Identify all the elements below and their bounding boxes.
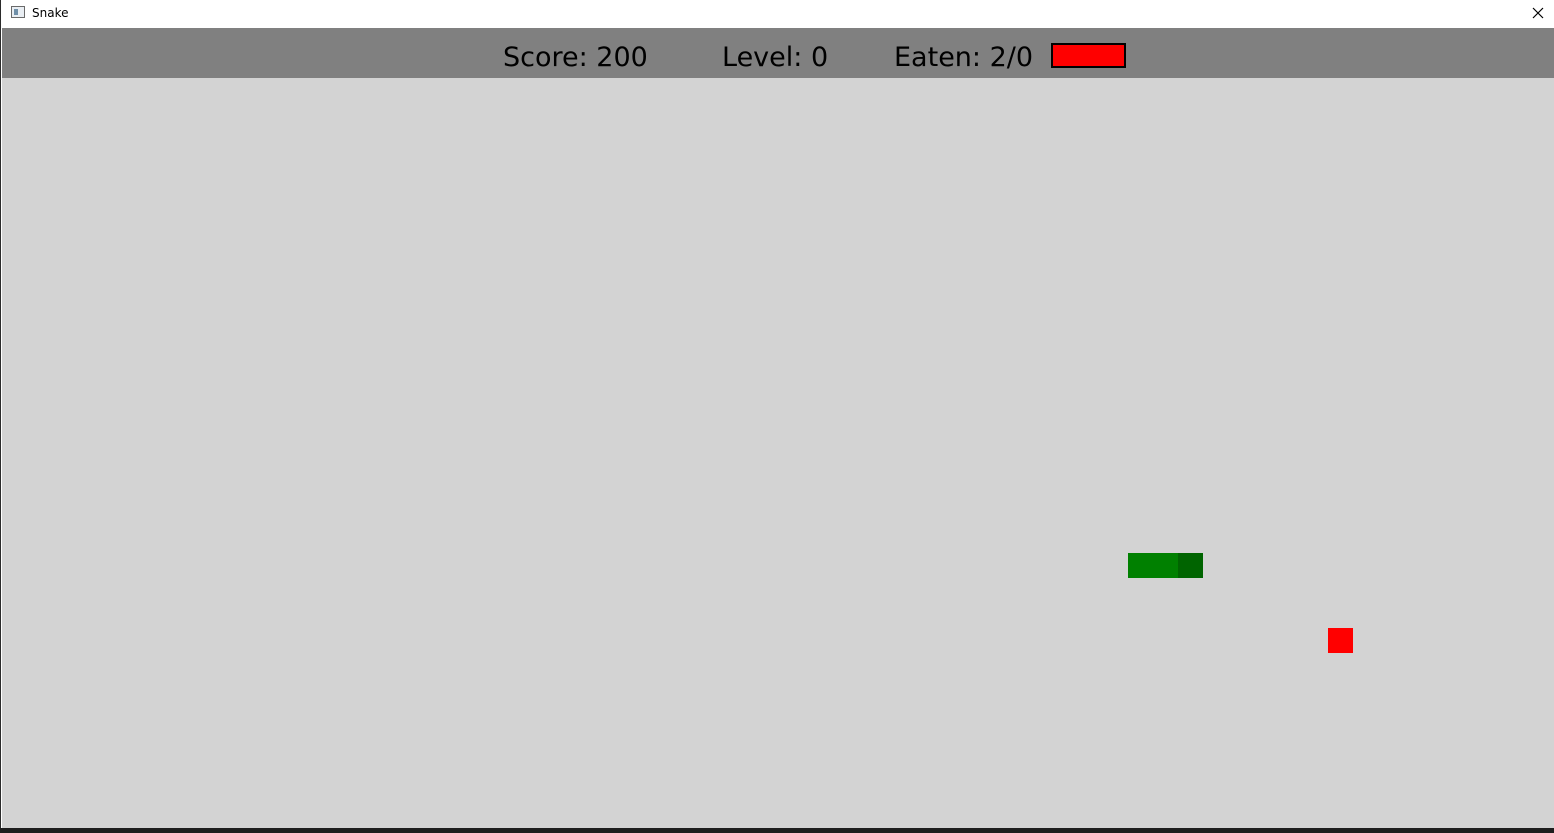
eaten-display: Eaten: 2/0 — [894, 42, 1034, 73]
status-indicator — [1051, 43, 1126, 68]
snake-body-segment — [1153, 553, 1178, 578]
title-bar[interactable]: Snake — [1, 0, 1554, 28]
game-field[interactable] — [2, 78, 1554, 828]
game-window: Snake Score: 200 Level: 0 Eaten: 2/0 — [0, 0, 1554, 828]
close-button[interactable] — [1522, 0, 1554, 26]
app-window-icon — [11, 6, 25, 18]
score-display: Score: 200 — [503, 42, 648, 73]
background-console — [0, 828, 1554, 833]
close-icon — [1532, 7, 1544, 19]
hud-bar: Score: 200 Level: 0 Eaten: 2/0 — [2, 28, 1554, 78]
level-display: Level: 0 — [722, 42, 829, 73]
food-item — [1328, 628, 1353, 653]
snake-body-segment — [1128, 553, 1153, 578]
window-title: Snake — [32, 6, 69, 20]
snake-head — [1178, 553, 1203, 578]
